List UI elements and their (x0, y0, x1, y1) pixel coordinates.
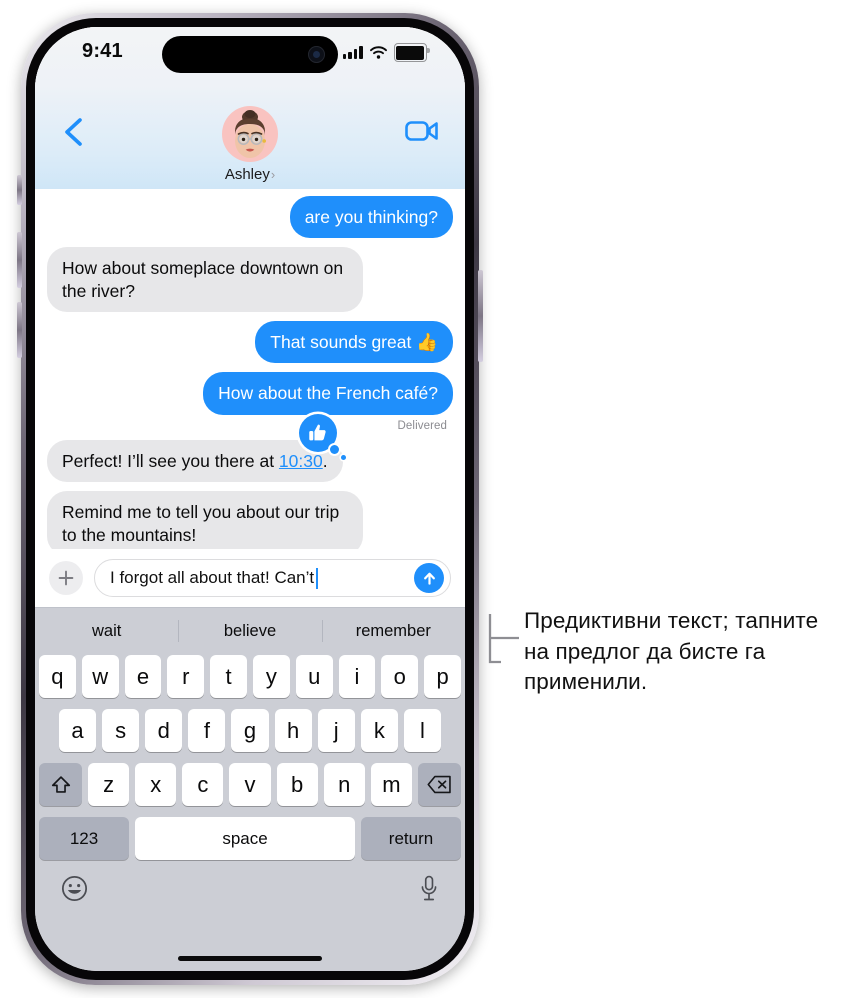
shift-arrow-icon[interactable] (39, 763, 82, 806)
message-bubble-incoming[interactable]: Perfect! I’ll see you there at 10:30. (42, 413, 346, 483)
key-q[interactable]: q (39, 655, 76, 698)
message-text-field[interactable]: I forgot all about that! Can’t (94, 559, 451, 597)
key-a[interactable]: a (59, 709, 97, 752)
key-z[interactable]: z (88, 763, 130, 806)
message-row[interactable]: That sounds great 👍 (47, 321, 458, 364)
status-clock: 9:41 (82, 40, 123, 62)
contact-name[interactable]: Ashley› (35, 166, 465, 183)
message-bubble-outgoing[interactable]: are you thinking? (289, 195, 459, 239)
prediction-2[interactable]: believe (178, 622, 321, 641)
silent-switch[interactable] (17, 175, 22, 205)
key-h[interactable]: h (274, 709, 312, 752)
message-text-after-link: . (322, 450, 328, 471)
power-button[interactable] (478, 270, 483, 362)
key-t[interactable]: t (210, 655, 247, 698)
key-b[interactable]: b (276, 763, 318, 806)
key-f[interactable]: f (188, 709, 226, 752)
cellular-bars-icon (343, 46, 363, 60)
numeric-keyboard-button[interactable]: 123 (39, 817, 129, 860)
message-row[interactable]: Remind me to tell you about our trip to … (42, 491, 453, 556)
key-u[interactable]: u (295, 655, 333, 698)
prediction-1[interactable]: wait (35, 622, 178, 641)
keyboard-bottom-bar (35, 871, 465, 907)
key-l[interactable]: l (403, 709, 441, 752)
keyboard-row-4: 123 space return (35, 817, 465, 860)
draft-text: I forgot all about that! Can’t (110, 568, 315, 587)
status-bar: 9:41 (35, 27, 465, 81)
key-o[interactable]: o (381, 655, 419, 698)
keyboard-row-3: z x c v b n m (35, 763, 465, 806)
tapback-dot-small (340, 454, 346, 460)
smiley-face-icon[interactable] (61, 875, 88, 907)
message-input-bar: I forgot all about that! Can’t (35, 549, 465, 607)
annotation-text: Предиктивни текст; тапните на предлог да… (524, 608, 819, 695)
key-i[interactable]: i (338, 655, 376, 698)
message-row[interactable]: are you thinking? (47, 195, 459, 239)
key-c[interactable]: c (182, 763, 224, 806)
message-bubble-incoming[interactable]: How about someplace downtown on the rive… (42, 247, 363, 313)
plus-icon[interactable] (49, 561, 83, 595)
contact-name-label: Ashley (224, 166, 270, 183)
key-k[interactable]: k (360, 709, 398, 752)
text-cursor (316, 567, 319, 589)
return-key[interactable]: return (361, 817, 461, 860)
keyboard-row-1: q w e r t y u i o p (35, 655, 465, 698)
space-key[interactable]: space (135, 817, 355, 860)
memoji-avatar[interactable] (222, 106, 278, 162)
key-x[interactable]: x (135, 763, 177, 806)
volume-up-button[interactable] (17, 232, 22, 288)
microphone-icon[interactable] (419, 875, 439, 907)
predictive-text-bar[interactable]: wait believe remember (35, 607, 465, 655)
delivery-status: Delivered (397, 419, 447, 432)
front-camera-icon (308, 46, 325, 63)
key-j[interactable]: j (317, 709, 355, 752)
message-row[interactable]: How about someplace downtown on the rive… (42, 247, 453, 313)
key-v[interactable]: v (229, 763, 271, 806)
keyboard-divider (35, 607, 465, 608)
contact-header[interactable]: Ashley› (35, 106, 465, 183)
key-p[interactable]: p (424, 655, 461, 698)
message-bubble-outgoing[interactable]: How about the French café? (203, 372, 458, 416)
key-d[interactable]: d (145, 709, 183, 752)
key-y[interactable]: y (253, 655, 290, 698)
on-screen-keyboard[interactable]: wait believe remember q w e r t y u i o … (35, 607, 465, 971)
key-e[interactable]: e (124, 655, 162, 698)
battery-full-icon (393, 43, 431, 63)
phone-screen: Ashley› 9:41 are you thinking? How about… (35, 27, 465, 971)
key-m[interactable]: m (370, 763, 412, 806)
message-row-with-tapback[interactable]: Perfect! I’ll see you there at 10:30. (42, 413, 453, 483)
screenshot-root: Ashley› 9:41 are you thinking? How about… (0, 0, 841, 998)
message-row[interactable]: How about the French café? (47, 372, 458, 416)
message-bubble-outgoing[interactable]: That sounds great 👍 (255, 321, 458, 364)
thumbs-up-tapback-icon[interactable] (298, 413, 346, 460)
video-camera-icon[interactable] (405, 119, 439, 148)
tapback-dot-large (329, 444, 339, 454)
volume-down-button[interactable] (17, 302, 22, 358)
key-w[interactable]: w (81, 655, 119, 698)
key-n[interactable]: n (323, 763, 365, 806)
keyboard-row-2: a s d f g h j k l (35, 709, 465, 752)
home-indicator[interactable] (178, 955, 322, 961)
dynamic-island (162, 36, 338, 73)
messages-container: are you thinking? How about someplace do… (35, 195, 465, 565)
time-data-link[interactable]: 10:30 (279, 451, 323, 471)
key-g[interactable]: g (231, 709, 269, 752)
key-r[interactable]: r (167, 655, 205, 698)
wifi-icon (369, 46, 387, 59)
chevron-right-icon: › (270, 167, 276, 182)
prediction-3[interactable]: remember (322, 622, 465, 641)
status-indicators (343, 43, 431, 63)
message-bubble-incoming[interactable]: Remind me to tell you about our trip to … (42, 491, 363, 556)
send-arrow-up-icon[interactable] (414, 563, 444, 593)
key-s[interactable]: s (102, 709, 140, 752)
message-text-before-link: Perfect! I’ll see you there at (62, 450, 279, 471)
backspace-delete-icon[interactable] (417, 763, 461, 806)
annotation-leader-line (488, 614, 519, 664)
